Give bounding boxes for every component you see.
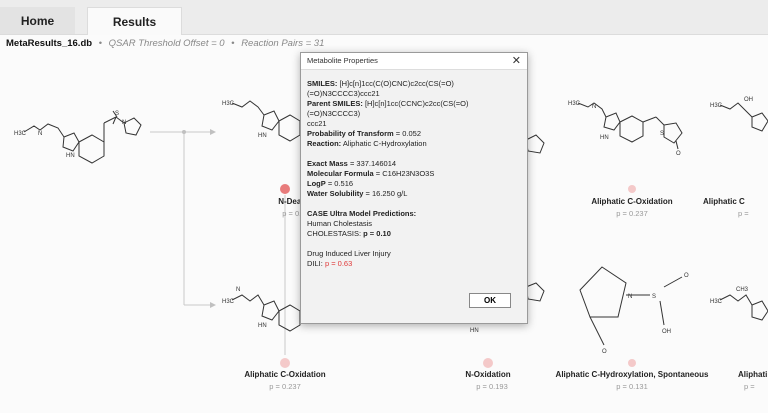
logp-label: LogP	[307, 179, 326, 188]
smiles-row: SMILES: [H]c[n]1cc(C(O)CNC)c2cc(CS(=O)(=…	[307, 79, 521, 99]
tab-bar: Home Results	[0, 0, 768, 35]
probability-dot	[483, 358, 493, 368]
metabolite-properties-dialog: Metabolite Properties ✕ SMILES: [H]c[n]1…	[300, 52, 528, 324]
dialog-body: SMILES: [H]c[n]1cc(C(O)CNC)c2cc(CS(=O)(=…	[307, 79, 521, 269]
node-probability: p = 0.131	[616, 382, 648, 391]
parent-smiles-label: Parent SMILES:	[307, 99, 363, 108]
atom-label-m6-s: S	[652, 294, 656, 300]
node-probability: p = 0.193	[476, 382, 508, 391]
metabolite-structure-partial-top[interactable]	[525, 134, 545, 154]
separator-2: •	[231, 38, 235, 49]
dili-row: DILI: p = 0.63	[307, 259, 521, 269]
metabolite-structure-5[interactable]	[525, 282, 545, 302]
formula-label: Molecular Formula	[307, 169, 374, 178]
cholestasis-value: p = 0.10	[363, 229, 391, 238]
atom-label-m5-hn: HN	[470, 328, 479, 334]
smiles-label: SMILES:	[307, 79, 338, 88]
node-probability: p = 0.237	[269, 382, 301, 391]
ok-button[interactable]: OK	[469, 293, 511, 308]
logp-row: LogP = 0.516	[307, 179, 521, 189]
solubility-value: = 16.250 g/L	[365, 189, 408, 198]
node-label-aliphatic-c-oxidation[interactable]: Aliphatic C-Oxidation	[552, 197, 712, 206]
arrow-head	[210, 302, 216, 308]
node-label-aliphatic-c-oxidation-2[interactable]: Aliphatic C-Oxidation	[205, 370, 365, 379]
atom-label-parent-n2: N	[122, 120, 126, 126]
dialog-title: Metabolite Properties	[307, 56, 378, 65]
formula-value: = C16H23N3O3S	[375, 169, 435, 178]
dili-value: p = 0.63	[324, 259, 353, 268]
node-label-n-oxidation[interactable]: N-Oxidation	[408, 370, 568, 379]
node-probability: p =	[738, 209, 749, 218]
atom-label-m6-o1: O	[684, 273, 689, 279]
atom-label-parent-h3c: H3C	[14, 131, 27, 137]
atom-label-m4-n: N	[236, 287, 240, 293]
reaction-value: Aliphatic C-Hydroxylation	[342, 139, 427, 148]
dialog-title-bar[interactable]: Metabolite Properties ✕	[301, 53, 527, 70]
node-probability: p =	[744, 382, 755, 391]
atom-label-m3-oh: OH	[744, 97, 753, 103]
tree-connectors	[150, 131, 286, 355]
dili-label: DILI:	[307, 259, 323, 268]
reaction-row: Reaction: Aliphatic C-Hydroxylation	[307, 139, 521, 149]
probability-dot	[628, 185, 636, 193]
atom-label-m6-oh: OH	[662, 329, 671, 335]
tab-results[interactable]: Results	[87, 7, 182, 35]
atom-label-m7-ch3: CH3	[736, 287, 749, 293]
reaction-label: Reaction:	[307, 139, 342, 148]
probability-label: Probability of Transform	[307, 129, 394, 138]
atom-label-m2-h3c: H3C	[568, 101, 581, 107]
node-label-aliphatic-partial[interactable]: Aliphati	[738, 370, 768, 379]
probability-dot	[280, 184, 290, 194]
close-icon[interactable]: ✕	[512, 54, 521, 68]
atom-label-m1-hn: HN	[258, 133, 267, 139]
atom-label-m3-h3c: H3C	[710, 103, 723, 109]
atom-label-parent-s: S	[115, 111, 119, 117]
atom-label-m2-s: S	[660, 131, 664, 137]
atom-label-m2-hn: HN	[600, 135, 609, 141]
atom-label-m2-o: O	[676, 151, 681, 157]
separator-1: •	[98, 38, 103, 49]
atom-label-m4-hn: HN	[258, 323, 267, 329]
metabolite-structure-7[interactable]	[719, 294, 768, 321]
metabolite-structure-3[interactable]	[719, 102, 768, 132]
probability-row: Probability of Transform = 0.052	[307, 129, 521, 139]
dili-title: Drug Induced Liver Injury	[307, 249, 391, 258]
exact-mass-value: = 337.146014	[349, 159, 397, 168]
parent-molecule-structure[interactable]	[23, 110, 142, 164]
exact-mass-label: Exact Mass	[307, 159, 348, 168]
tab-home[interactable]: Home	[0, 7, 75, 34]
atom-label-m4-h3c: H3C	[222, 299, 235, 305]
case-ultra-heading: CASE Ultra Model Predictions:	[307, 209, 417, 218]
atom-label-m2-n: N	[592, 104, 596, 110]
atom-label-m6-n: N	[628, 294, 632, 300]
atom-label-m6-o2: O	[602, 349, 607, 355]
atom-label-parent-hn: HN	[66, 153, 75, 159]
results-info-bar: MetaResults_16.db • QSAR Threshold Offse…	[6, 38, 324, 49]
cholestasis-row: CHOLESTASIS: p = 0.10	[307, 229, 521, 239]
formula-row: Molecular Formula = C16H23N3O3S	[307, 169, 521, 179]
atom-label-m1-h3c: H3C	[222, 101, 235, 107]
probability-dot	[628, 359, 636, 367]
cholestasis-title: Human Cholestasis	[307, 219, 373, 228]
probability-dot	[280, 358, 290, 368]
parent-smiles-continued: ccc21	[307, 119, 327, 128]
node-label-aliphatic-c[interactable]: Aliphatic C	[703, 197, 768, 206]
node-label-aliphatic-c-hydroxylation-spontaneous[interactable]: Aliphatic C-Hydroxylation, Spontaneous	[552, 370, 712, 379]
exact-mass-row: Exact Mass = 337.146014	[307, 159, 521, 169]
atom-label-parent-n: N	[38, 131, 42, 137]
qsar-threshold: QSAR Threshold Offset = 0	[108, 38, 225, 49]
tree-junction	[182, 130, 186, 134]
arrow-head	[210, 129, 216, 135]
atom-label-m7-h3c: H3C	[710, 299, 723, 305]
cholestasis-label: CHOLESTASIS:	[307, 229, 362, 238]
logp-value: = 0.516	[327, 179, 354, 188]
reaction-pairs: Reaction Pairs = 31	[241, 38, 325, 49]
node-probability: p = 0.237	[616, 209, 648, 218]
solubility-row: Water Solubility = 16.250 g/L	[307, 189, 521, 199]
database-name: MetaResults_16.db	[6, 38, 93, 49]
probability-value: = 0.052	[395, 129, 422, 138]
solubility-label: Water Solubility	[307, 189, 364, 198]
parent-smiles-row: Parent SMILES: [H]c[n]1cc(CCNC)c2cc(CS(=…	[307, 99, 521, 119]
